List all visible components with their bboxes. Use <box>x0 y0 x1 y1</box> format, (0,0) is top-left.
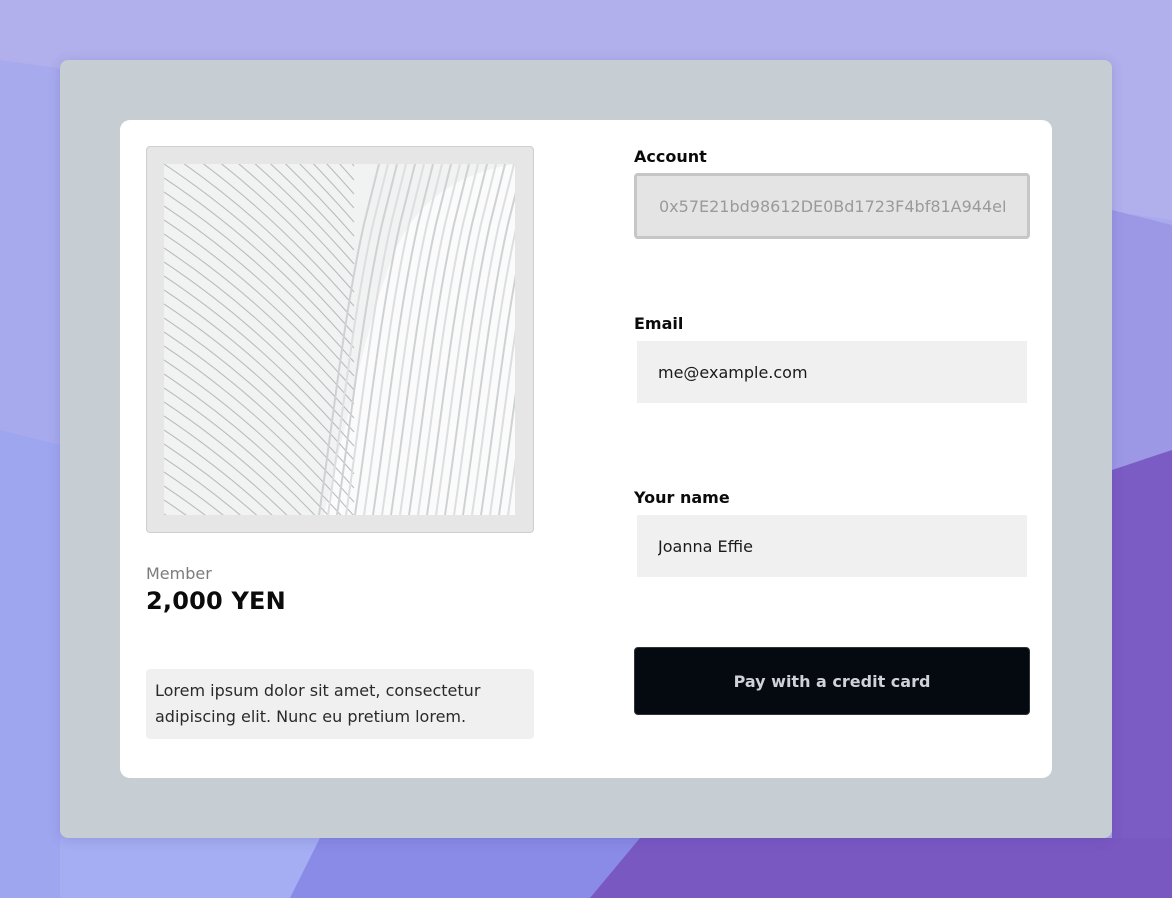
checkout-card: Member 2,000 YEN Lorem ipsum dolor sit a… <box>120 120 1052 778</box>
name-label: Your name <box>634 488 730 507</box>
product-panel: Member 2,000 YEN Lorem ipsum dolor sit a… <box>146 146 534 739</box>
product-image <box>146 146 534 533</box>
name-field[interactable] <box>637 515 1027 577</box>
checkout-frame: Member 2,000 YEN Lorem ipsum dolor sit a… <box>60 60 1112 838</box>
email-label: Email <box>634 314 684 333</box>
account-label: Account <box>634 147 707 166</box>
account-field[interactable] <box>634 173 1030 239</box>
product-label: Member <box>146 564 212 583</box>
product-price: 2,000 YEN <box>146 587 286 615</box>
product-description: Lorem ipsum dolor sit amet, consectetur … <box>146 669 534 739</box>
abstract-wave-image <box>164 164 515 515</box>
payment-form: Account Email Your name Pay with a credi… <box>634 146 1030 715</box>
email-field[interactable] <box>637 341 1027 403</box>
pay-with-credit-card-button[interactable]: Pay with a credit card <box>634 647 1030 715</box>
